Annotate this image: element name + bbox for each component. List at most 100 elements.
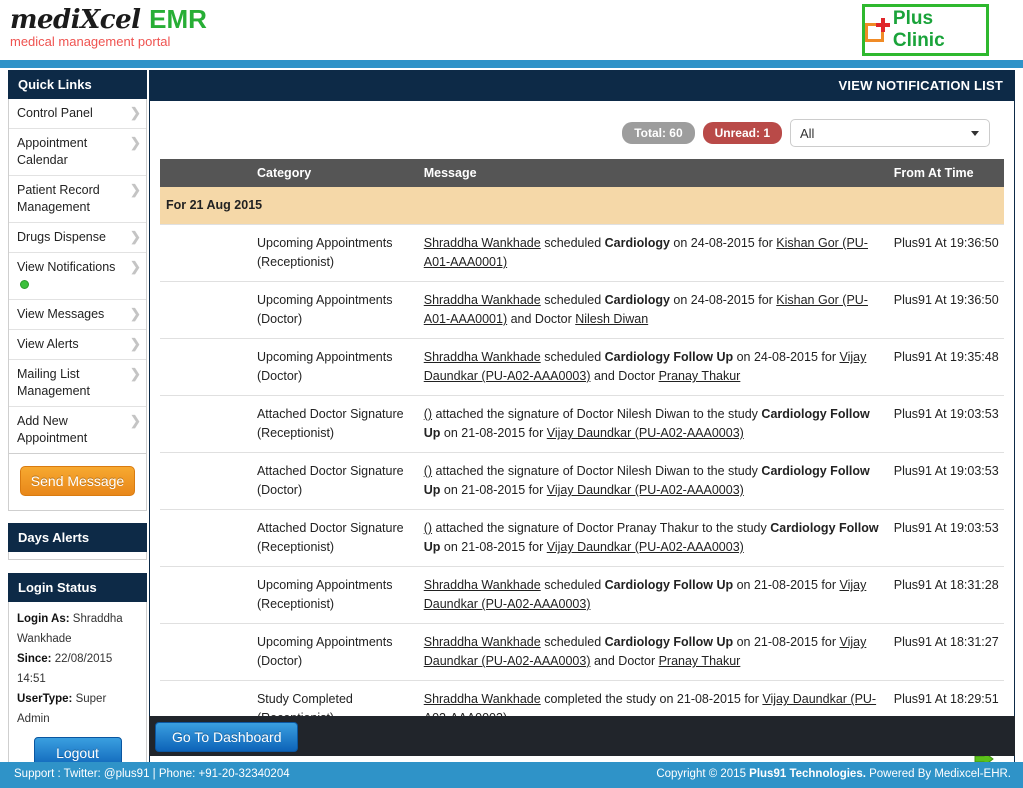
sidebar: Quick Links Control Panel❯Appointment Ca…	[8, 70, 147, 780]
brand-logo-title: mediXcel EMR	[10, 4, 207, 35]
message-link[interactable]: ()	[424, 464, 432, 478]
total-badge: Total: 60	[622, 122, 694, 144]
clinic-cross-icon	[865, 18, 890, 42]
main-panel: VIEW NOTIFICATION LIST Total: 60 Unread:…	[149, 70, 1015, 788]
message-link[interactable]: Shraddha Wankhade	[424, 635, 541, 649]
row-time-cell: Plus91 At 19:36:50	[888, 282, 1004, 339]
chevron-right-icon: ❯	[130, 368, 140, 379]
notification-filter-select[interactable]: All	[790, 119, 990, 147]
sidebar-item-mailing-list-management[interactable]: Mailing List Management❯	[9, 360, 146, 407]
row-spacer-cell	[160, 624, 251, 681]
brand-logo-subtitle: medical management portal	[10, 34, 207, 50]
chevron-right-icon: ❯	[130, 184, 140, 195]
chevron-right-icon: ❯	[130, 308, 140, 319]
row-category-cell: Attached Doctor Signature (Receptionist)	[251, 510, 418, 567]
message-link[interactable]: Pranay Thakur	[659, 369, 741, 383]
login-status-title: Login Status	[8, 573, 147, 602]
message-link[interactable]: Vijay Daundkar (PU-A02-AAA0003)	[547, 540, 744, 554]
message-text: scheduled	[541, 635, 605, 649]
column-header-blank	[160, 159, 251, 187]
message-text: attached the signature of Doctor Nilesh …	[432, 407, 761, 421]
message-link[interactable]: Shraddha Wankhade	[424, 293, 541, 307]
table-row[interactable]: Upcoming Appointments (Doctor) Shraddha W…	[160, 624, 1004, 681]
sidebar-item-label: Patient Record Management	[17, 183, 100, 214]
row-message-cell: Shraddha Wankhade scheduled Cardiology o…	[418, 282, 888, 339]
table-row[interactable]: Upcoming Appointments (Doctor) Shraddha W…	[160, 339, 1004, 396]
chevron-right-icon: ❯	[130, 338, 140, 349]
notifications-table: Category Message From At Time For 21 Aug…	[160, 159, 1004, 738]
days-alerts-title: Days Alerts	[8, 523, 147, 552]
sidebar-item-add-new-appointment[interactable]: Add New Appointment❯	[9, 407, 146, 453]
sidebar-item-view-notifications[interactable]: View Notifications❯	[9, 253, 146, 300]
send-message-button[interactable]: Send Message	[20, 466, 135, 496]
row-category-cell: Upcoming Appointments (Doctor)	[251, 339, 418, 396]
table-row[interactable]: Attached Doctor Signature (Doctor)() att…	[160, 453, 1004, 510]
app-header: mediXcel EMR medical management portal P…	[0, 0, 1023, 60]
table-row[interactable]: Attached Doctor Signature (Receptionist)…	[160, 396, 1004, 453]
sidebar-item-label: Drugs Dispense	[17, 230, 106, 244]
message-text: completed the study on 21-08-2015 for	[541, 692, 763, 706]
table-row[interactable]: Attached Doctor Signature (Receptionist)…	[160, 510, 1004, 567]
message-text: on 24-08-2015 for	[670, 236, 776, 250]
table-body: For 21 Aug 2015Upcoming Appointments (Re…	[160, 187, 1004, 738]
message-link[interactable]: Shraddha Wankhade	[424, 236, 541, 250]
row-message-cell: () attached the signature of Doctor Nile…	[418, 453, 888, 510]
login-status-body: Login As: Shraddha Wankhade Since: 22/08…	[8, 602, 147, 780]
page-root: mediXcel EMR medical management portal P…	[0, 0, 1023, 788]
row-category-cell: Attached Doctor Signature (Receptionist)	[251, 396, 418, 453]
sidebar-item-appointment-calendar[interactable]: Appointment Calendar❯	[9, 129, 146, 176]
sidebar-item-control-panel[interactable]: Control Panel❯	[9, 99, 146, 129]
row-category-cell: Upcoming Appointments (Doctor)	[251, 282, 418, 339]
footer-copyright: Copyright © 2015 Plus91 Technologies. Po…	[656, 768, 1011, 780]
footer-copyright-suffix: Powered By Medixcel-EHR.	[866, 768, 1011, 780]
message-text: on 21-08-2015 for	[440, 426, 546, 440]
message-link[interactable]: Vijay Daundkar (PU-A02-AAA0003)	[547, 483, 744, 497]
sidebar-item-label: View Messages	[17, 307, 104, 321]
footer-copyright-company: Plus91 Technologies.	[749, 768, 866, 780]
sidebar-item-patient-record-management[interactable]: Patient Record Management ❯	[9, 176, 146, 223]
main-body: Total: 60 Unread: 1 All Category Message…	[149, 101, 1015, 788]
column-header-category: Category	[251, 159, 418, 187]
brand-logo-medixcel: mediXcel	[10, 5, 141, 35]
sidebar-item-view-messages[interactable]: View Messages ❯	[9, 300, 146, 330]
unread-badge: Unread: 1	[703, 122, 782, 144]
table-row[interactable]: Upcoming Appointments (Receptionist)Shra…	[160, 567, 1004, 624]
row-time-cell: Plus91 At 19:03:53	[888, 510, 1004, 567]
chevron-down-icon	[971, 131, 979, 136]
message-link[interactable]: Pranay Thakur	[659, 654, 741, 668]
message-text: scheduled	[541, 236, 605, 250]
login-as-row: Login As: Shraddha Wankhade	[17, 609, 138, 649]
brand-logo[interactable]: mediXcel EMR medical management portal	[10, 4, 207, 50]
message-emphasis: Cardiology	[605, 293, 670, 307]
login-usertype-label: UserType:	[17, 693, 72, 705]
footer-copyright-prefix: Copyright © 2015	[656, 768, 749, 780]
message-text: on 21-08-2015 for	[733, 578, 839, 592]
message-link[interactable]: Shraddha Wankhade	[424, 578, 541, 592]
column-header-message: Message	[418, 159, 888, 187]
message-text: and Doctor	[507, 312, 575, 326]
table-row[interactable]: Upcoming Appointments (Receptionist)Shra…	[160, 225, 1004, 282]
row-category-cell: Upcoming Appointments (Doctor)	[251, 624, 418, 681]
login-since-label: Since:	[17, 653, 52, 665]
row-message-cell: Shraddha Wankhade scheduled Cardiology F…	[418, 567, 888, 624]
sidebar-item-label: View Notifications	[17, 260, 115, 274]
message-text: on 24-08-2015 for	[733, 350, 839, 364]
row-message-cell: () attached the signature of Doctor Pran…	[418, 510, 888, 567]
message-link[interactable]: ()	[424, 407, 432, 421]
message-link[interactable]: Vijay Daundkar (PU-A02-AAA0003)	[547, 426, 744, 440]
sidebar-item-drugs-dispense[interactable]: Drugs Dispense❯	[9, 223, 146, 253]
message-link[interactable]: Nilesh Diwan	[575, 312, 648, 326]
sidebar-item-view-alerts[interactable]: View Alerts❯	[9, 330, 146, 360]
table-row[interactable]: Upcoming Appointments (Doctor)Shraddha W…	[160, 282, 1004, 339]
row-spacer-cell	[160, 282, 251, 339]
row-category-cell: Upcoming Appointments (Receptionist)	[251, 567, 418, 624]
message-link[interactable]: Shraddha Wankhade	[424, 692, 541, 706]
message-emphasis: Cardiology	[605, 236, 670, 250]
go-to-dashboard-button[interactable]: Go To Dashboard	[155, 722, 298, 752]
message-emphasis: Cardiology Follow Up	[605, 635, 733, 649]
message-text: scheduled	[541, 350, 605, 364]
row-spacer-cell	[160, 510, 251, 567]
message-link[interactable]: ()	[424, 521, 432, 535]
message-link[interactable]: Shraddha Wankhade	[424, 350, 541, 364]
row-time-cell: Plus91 At 19:03:53	[888, 453, 1004, 510]
